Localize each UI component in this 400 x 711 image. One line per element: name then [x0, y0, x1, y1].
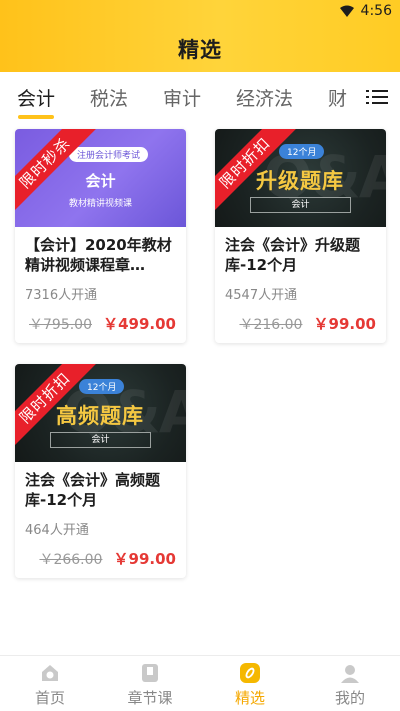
thumbnail-title: 高频题库 — [56, 404, 144, 428]
tab-finance[interactable]: 财 — [328, 84, 347, 111]
menu-icon[interactable] — [366, 88, 388, 106]
nav-label: 精选 — [234, 689, 265, 707]
course-thumbnail: Q&A 12个月 升级题库 会计 限时折扣 — [215, 129, 386, 227]
home-icon — [42, 665, 58, 681]
nav-featured[interactable]: 精选 — [200, 656, 300, 711]
subscriber-count: 464人开通 — [25, 523, 89, 538]
duration-badge: 12个月 — [279, 144, 325, 159]
thumbnail-title: 升级题库 — [256, 169, 344, 193]
nav-home[interactable]: 首页 — [0, 656, 100, 711]
nav-chapters[interactable]: 章节课 — [100, 656, 200, 711]
book-icon — [142, 664, 158, 682]
course-card[interactable]: 注册会计师考试 会计 教材精讲视频课 限时秒杀 【会计】2020年教材精讲视频课… — [15, 129, 186, 343]
subject-label: 会计 — [250, 197, 351, 213]
sale-price: ￥99.00 — [313, 315, 376, 333]
wifi-icon — [340, 5, 354, 17]
course-card[interactable]: Q&A 12个月 升级题库 会计 限时折扣 注会《会计》升级题库-12个月 45… — [215, 129, 386, 343]
sale-price: ￥499.00 — [103, 315, 176, 333]
original-price: ￥795.00 — [29, 317, 93, 333]
thumbnail-subtitle: 教材精讲视频课 — [68, 199, 132, 209]
tab-economic-law[interactable]: 经济法 — [236, 84, 293, 111]
profile-icon — [341, 665, 359, 683]
status-bar: 4:56 — [0, 0, 400, 24]
active-tab-indicator — [18, 115, 54, 119]
featured-icon — [240, 663, 260, 683]
price-row: ￥795.00 ￥499.00 — [25, 313, 176, 334]
price-row: ￥216.00 ￥99.00 — [225, 313, 376, 334]
bottom-nav: 首页 章节课 精选 我的 — [0, 655, 400, 711]
course-card[interactable]: Q&A 12个月 高频题库 会计 限时折扣 注会《会计》高频题库-12个月 46… — [15, 364, 186, 578]
course-thumbnail: Q&A 12个月 高频题库 会计 限时折扣 — [15, 364, 186, 462]
top-header: 4:56 精选 — [0, 0, 400, 72]
course-title: 注会《会计》高频题库-12个月 — [25, 471, 161, 509]
course-thumbnail: 注册会计师考试 会计 教材精讲视频课 限时秒杀 — [15, 129, 186, 227]
status-time: 4:56 — [360, 3, 392, 19]
nav-label: 首页 — [34, 689, 65, 707]
subscriber-count: 4547人开通 — [225, 288, 298, 303]
tab-tax-law[interactable]: 税法 — [90, 84, 128, 111]
nav-label: 我的 — [334, 689, 365, 707]
course-title: 【会计】2020年教材精讲视频课程章… — [25, 236, 172, 274]
duration-badge: 12个月 — [79, 379, 125, 394]
course-title: 注会《会计》升级题库-12个月 — [225, 236, 361, 274]
original-price: ￥216.00 — [239, 317, 303, 333]
subject-label: 会计 — [50, 432, 151, 448]
subscriber-count: 7316人开通 — [25, 288, 98, 303]
tab-accounting[interactable]: 会计 — [17, 84, 55, 111]
original-price: ￥266.00 — [39, 552, 103, 568]
sale-price: ￥99.00 — [113, 550, 176, 568]
nav-profile[interactable]: 我的 — [300, 656, 400, 711]
exam-pill: 注册会计师考试 — [69, 147, 149, 162]
category-tabs: 会计 税法 审计 经济法 财 — [0, 72, 400, 120]
nav-label: 章节课 — [127, 689, 173, 707]
tab-audit[interactable]: 审计 — [163, 84, 201, 111]
page-title: 精选 — [178, 38, 222, 62]
price-row: ￥266.00 ￥99.00 — [25, 548, 176, 569]
